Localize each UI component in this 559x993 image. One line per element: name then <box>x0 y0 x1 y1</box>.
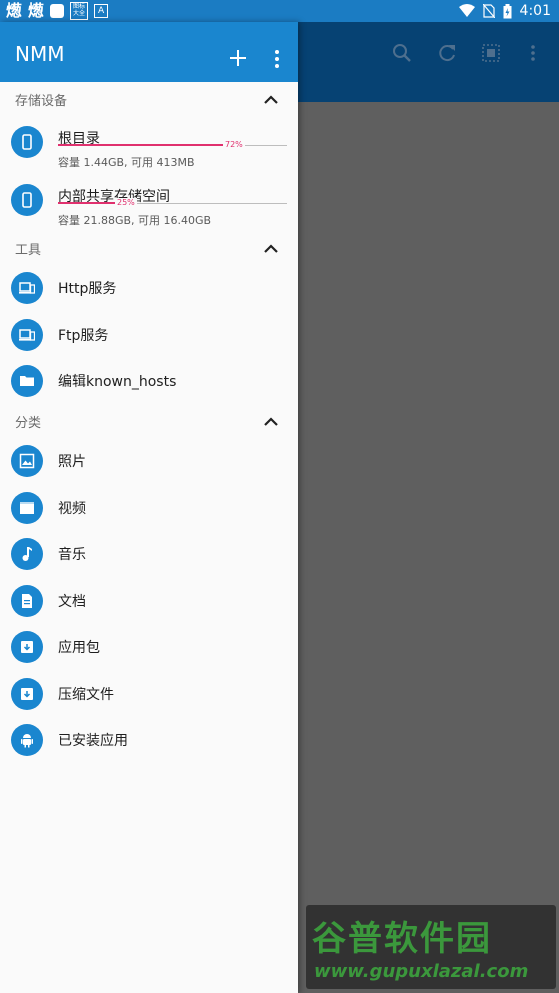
section-title: 存储设备 <box>15 94 68 109</box>
movie-icon <box>20 502 34 514</box>
storage-icon-circle <box>11 126 43 158</box>
category-label: 已安装应用 <box>58 733 128 749</box>
usage-percent: 72% <box>223 140 245 149</box>
chevron-up-icon[interactable] <box>262 241 280 255</box>
storage-detail: 容量 21.88GB, 可用 16.40GB <box>58 214 212 227</box>
category-label: 照片 <box>58 454 86 470</box>
tool-label: 编辑known_hosts <box>58 374 177 390</box>
usage-fill <box>58 144 223 146</box>
watermark: 谷普软件园 www.gupuxlazal.com <box>306 905 556 989</box>
drawer-title: NMM <box>15 42 65 66</box>
refresh-icon[interactable] <box>436 42 458 64</box>
phone-icon <box>22 134 32 150</box>
notification-glyph-2: 燪 <box>28 1 45 20</box>
notification-badge-icon: 图标大全 <box>70 2 89 20</box>
storage-item-internal[interactable]: 内部共享存储空间 25% 容量 21.88GB, 可用 16.40GB <box>0 184 298 230</box>
section-header-categories[interactable]: 分类 <box>0 406 298 436</box>
more-vert-icon[interactable] <box>270 49 284 69</box>
devices-icon <box>19 282 35 294</box>
storage-usage-bar: 25% <box>58 198 287 210</box>
tool-icon-circle <box>11 272 43 304</box>
category-label: 压缩文件 <box>58 687 114 703</box>
notification-square-icon <box>50 4 65 18</box>
category-item-documents[interactable]: 文档 <box>0 585 298 631</box>
status-system-icons: 4:01 <box>458 3 551 19</box>
navigation-drawer: NMM 存储设备 根目录 72% 容量 1.44GB, 可用 413MB 内部共… <box>0 22 298 993</box>
category-icon-circle <box>11 724 43 756</box>
chevron-up-icon[interactable] <box>262 92 280 106</box>
category-item-installed-apps[interactable]: 已安装应用 <box>0 724 298 770</box>
search-icon[interactable] <box>391 42 413 64</box>
clock: 4:01 <box>519 3 551 19</box>
category-item-archives[interactable]: 压缩文件 <box>0 678 298 724</box>
category-item-app-packages[interactable]: 应用包 <box>0 631 298 677</box>
image-icon <box>19 453 35 469</box>
document-icon <box>22 594 32 608</box>
section-title: 工具 <box>15 243 42 258</box>
select-all-icon[interactable] <box>480 42 502 64</box>
category-icon-circle <box>11 538 43 570</box>
section-header-tools[interactable]: 工具 <box>0 233 298 263</box>
tool-icon-circle <box>11 319 43 351</box>
devices-icon <box>19 329 35 341</box>
category-label: 文档 <box>58 594 86 610</box>
storage-usage-bar: 72% <box>58 140 287 152</box>
category-label: 音乐 <box>58 547 86 563</box>
category-icon-circle <box>11 631 43 663</box>
status-notifications: 燪 燪 图标大全 A <box>6 1 109 20</box>
plus-icon[interactable] <box>229 49 247 67</box>
category-icon-circle <box>11 445 43 477</box>
tool-item-ftp[interactable]: Ftp服务 <box>0 319 298 365</box>
status-bar: 燪 燪 图标大全 A 4:01 <box>0 0 559 22</box>
tool-item-http[interactable]: Http服务 <box>0 272 298 318</box>
tool-icon-circle <box>11 365 43 397</box>
no-sim-icon <box>482 4 495 18</box>
category-icon-circle <box>11 678 43 710</box>
android-icon <box>21 734 33 748</box>
storage-detail: 容量 1.44GB, 可用 413MB <box>58 156 195 169</box>
tool-label: Http服务 <box>58 281 117 297</box>
folder-icon <box>20 376 34 386</box>
category-label: 应用包 <box>58 640 100 656</box>
notification-glyph-1: 燪 <box>6 1 23 20</box>
archive-icon <box>21 641 33 653</box>
background-toolbar <box>298 22 559 102</box>
storage-item-root[interactable]: 根目录 72% 容量 1.44GB, 可用 413MB <box>0 126 298 172</box>
notification-a-icon: A <box>94 4 109 18</box>
category-item-photos[interactable]: 照片 <box>0 445 298 491</box>
more-vert-icon[interactable] <box>522 42 544 64</box>
category-item-videos[interactable]: 视频 <box>0 492 298 538</box>
music-note-icon <box>22 547 32 561</box>
battery-icon <box>503 3 512 18</box>
chevron-up-icon[interactable] <box>262 414 280 428</box>
wifi-icon <box>458 4 475 17</box>
watermark-title: 谷普软件园 <box>312 919 492 959</box>
usage-percent: 25% <box>115 198 137 207</box>
watermark-url: www.gupuxlazal.com <box>314 961 529 982</box>
category-label: 视频 <box>58 501 86 517</box>
tool-label: Ftp服务 <box>58 328 109 344</box>
drawer-header: NMM <box>0 22 298 82</box>
category-icon-circle <box>11 585 43 617</box>
category-icon-circle <box>11 492 43 524</box>
usage-fill <box>58 202 115 204</box>
category-item-music[interactable]: 音乐 <box>0 538 298 584</box>
phone-icon <box>22 192 32 208</box>
storage-icon-circle <box>11 184 43 216</box>
tool-item-known-hosts[interactable]: 编辑known_hosts <box>0 365 298 411</box>
section-header-storage[interactable]: 存储设备 <box>0 84 298 114</box>
section-title: 分类 <box>15 416 42 431</box>
archive-icon <box>21 688 33 700</box>
